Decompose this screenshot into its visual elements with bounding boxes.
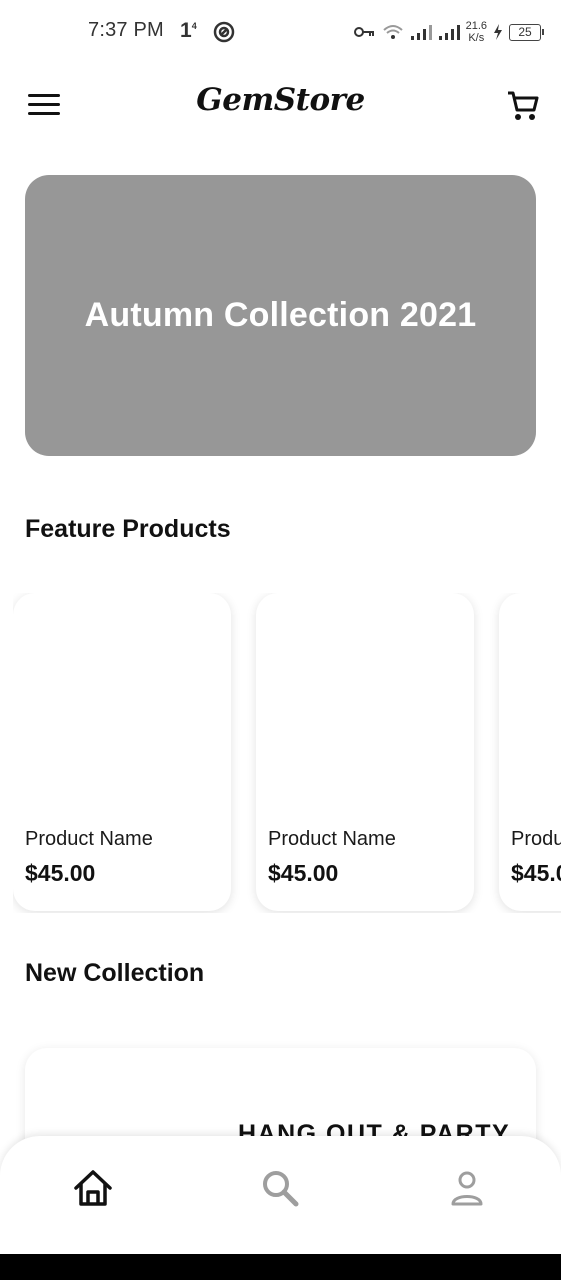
status-indicator: 14 bbox=[180, 19, 197, 42]
profile-icon[interactable] bbox=[445, 1166, 489, 1210]
app-bar: GemStore bbox=[0, 70, 561, 142]
vpn-key-icon bbox=[353, 27, 374, 37]
system-navigation-bar bbox=[0, 1254, 561, 1280]
battery-indicator: 25 bbox=[509, 23, 544, 41]
product-name: Product Name bbox=[25, 828, 153, 850]
product-price: $45.00 bbox=[25, 860, 96, 886]
hero-banner[interactable]: Autumn Collection 2021 bbox=[25, 175, 536, 456]
signal-2-icon bbox=[438, 25, 460, 40]
product-carousel[interactable]: Product Name $45.00 Product Name $45.00 … bbox=[13, 593, 561, 913]
app-screen: 7:37 PM 14 21.6 K/s 25 GemStore Autumn C… bbox=[0, 0, 561, 1280]
product-card[interactable]: Product Name $45.00 bbox=[499, 593, 561, 911]
product-price: $45.00 bbox=[268, 860, 339, 886]
hero-title: Autumn Collection 2021 bbox=[84, 296, 477, 334]
search-icon[interactable] bbox=[258, 1166, 302, 1210]
feature-products-title: Feature Products bbox=[25, 515, 231, 543]
home-icon[interactable] bbox=[71, 1166, 115, 1210]
new-collection-title: New Collection bbox=[25, 959, 205, 987]
product-price: $45.00 bbox=[511, 860, 561, 886]
product-card[interactable]: Product Name $45.00 bbox=[256, 593, 474, 911]
signal-1-icon bbox=[410, 25, 432, 40]
sync-icon bbox=[213, 21, 235, 43]
wifi-icon bbox=[382, 25, 403, 39]
status-time: 7:37 PM bbox=[88, 19, 164, 41]
shopping-cart-icon[interactable] bbox=[505, 88, 541, 124]
network-speed: 21.6 K/s bbox=[465, 20, 487, 44]
bottom-navigation bbox=[0, 1136, 561, 1256]
brand-logo: GemStore bbox=[196, 82, 365, 118]
product-name: Product Name bbox=[511, 828, 561, 850]
product-name: Product Name bbox=[268, 828, 396, 850]
charging-icon bbox=[494, 24, 502, 40]
status-bar: 7:37 PM 14 21.6 K/s 25 bbox=[0, 0, 561, 64]
product-card[interactable]: Product Name $45.00 bbox=[13, 593, 231, 911]
status-right-group: 21.6 K/s 25 bbox=[353, 16, 544, 48]
